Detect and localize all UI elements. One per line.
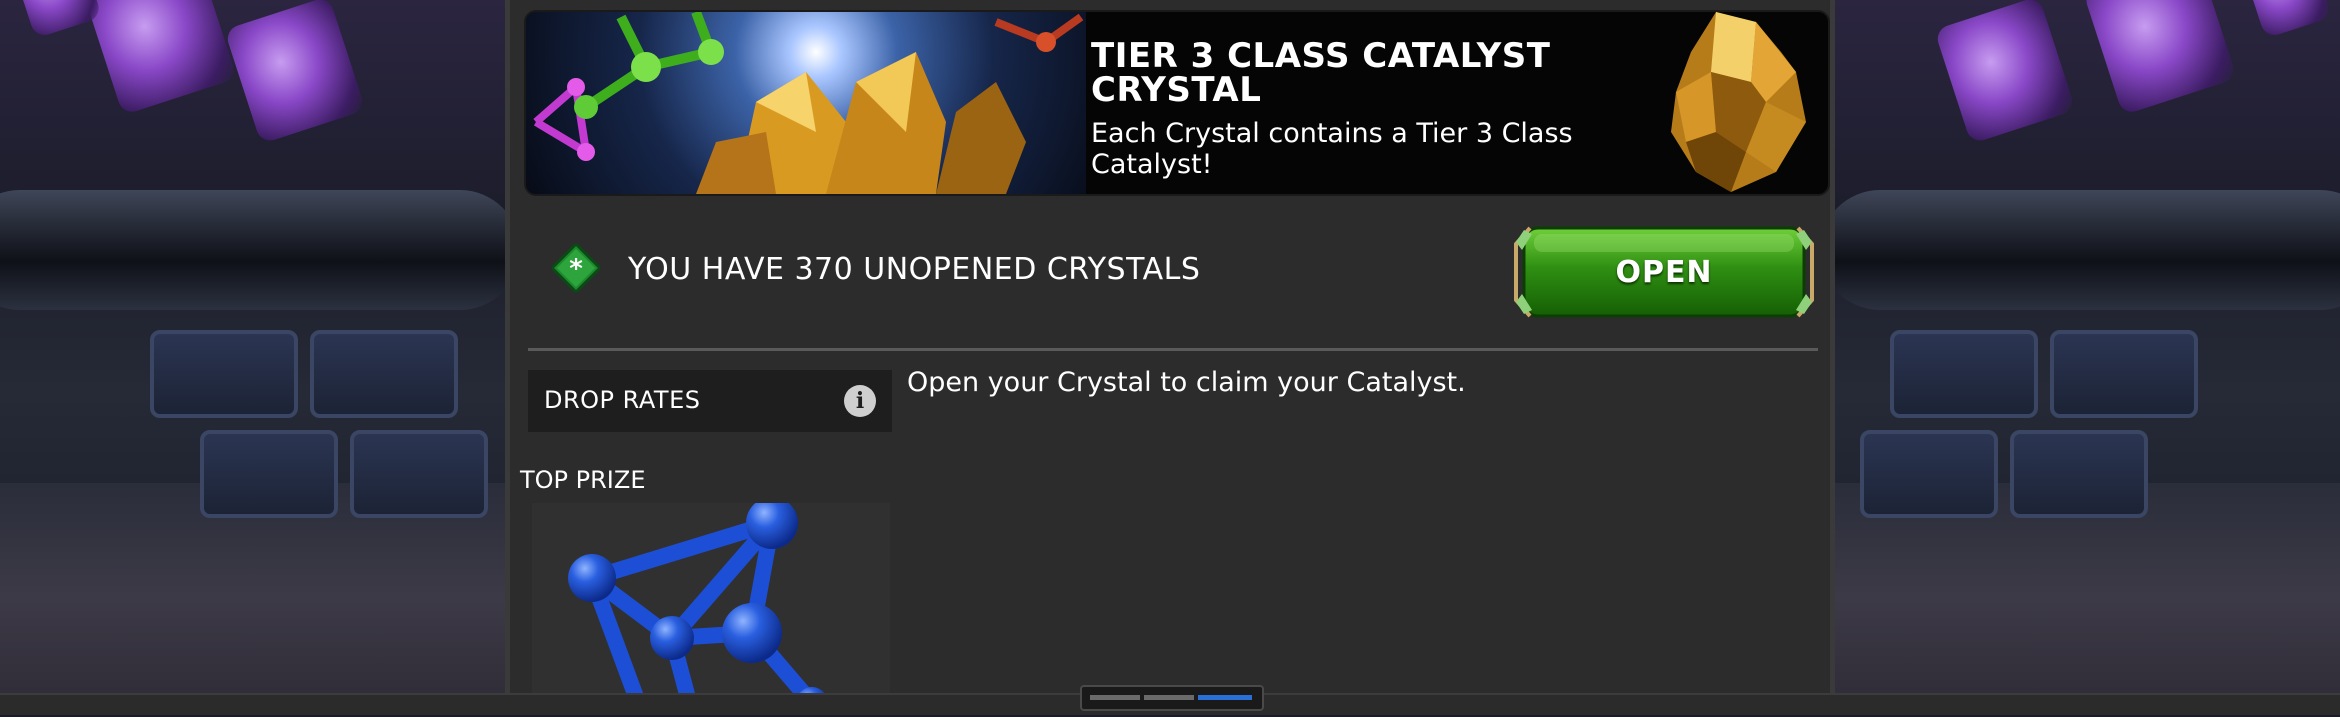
background-pipe: [1830, 190, 2340, 310]
floor-panel: [350, 430, 488, 518]
floor-panel: [2010, 430, 2148, 518]
svg-text:*: *: [569, 254, 583, 284]
background-right-scene: [1830, 0, 2340, 713]
blue-catalyst-icon: [568, 497, 828, 717]
open-button[interactable]: OPEN: [1510, 222, 1818, 322]
purple-crystal-light: [2237, 0, 2333, 39]
crystal-instruction-text: Open your Crystal to claim your Catalyst…: [907, 367, 1466, 398]
floor-panel: [310, 330, 458, 418]
drop-rates-label: DROP RATES: [544, 386, 701, 414]
section-divider: [528, 348, 1818, 351]
crystal-detail-panel: TIER 3 CLASS CATALYST CRYSTAL Each Cryst…: [505, 0, 1835, 717]
floor-panel: [200, 430, 338, 518]
floor-panel: [1890, 330, 2038, 418]
page-dot-active[interactable]: [1198, 695, 1252, 700]
banner-catalyst-art: [533, 12, 1084, 194]
crystal-banner: TIER 3 CLASS CATALYST CRYSTAL Each Cryst…: [524, 10, 1830, 196]
top-prize-card[interactable]: [532, 497, 890, 717]
crystal-description: Each Crystal contains a Tier 3 Class Cat…: [1091, 118, 1573, 180]
page-indicator: [1080, 685, 1264, 711]
purple-crystal-light: [82, 0, 238, 116]
banner-artwork: [526, 12, 1086, 194]
purple-crystal-light: [2082, 0, 2238, 116]
purple-crystal-light: [224, 0, 366, 145]
floor-panel: [150, 330, 298, 418]
gold-crystal-icon: [1671, 12, 1806, 192]
floor-panel: [1860, 430, 1998, 518]
info-icon[interactable]: i: [844, 385, 876, 417]
magenta-catalyst-icon: [533, 83, 590, 156]
gold-crystal-cluster: [696, 52, 1026, 194]
top-prize-label: TOP PRIZE: [520, 466, 646, 494]
unopened-count-text: YOU HAVE 370 UNOPENED CRYSTALS: [628, 252, 1201, 287]
green-gem-icon: *: [552, 244, 600, 292]
page-dot[interactable]: [1144, 695, 1194, 700]
purple-crystal-light: [7, 0, 103, 39]
purple-crystal-light: [1934, 0, 2076, 145]
drop-rates-button[interactable]: DROP RATES i: [528, 370, 892, 432]
background-pipe: [0, 190, 510, 310]
crystal-title: TIER 3 CLASS CATALYST CRYSTAL: [1091, 36, 1551, 110]
background-left-scene: [0, 0, 510, 713]
floor-panel: [2050, 330, 2198, 418]
page-dot[interactable]: [1090, 695, 1140, 700]
open-button-label: OPEN: [1615, 254, 1713, 290]
